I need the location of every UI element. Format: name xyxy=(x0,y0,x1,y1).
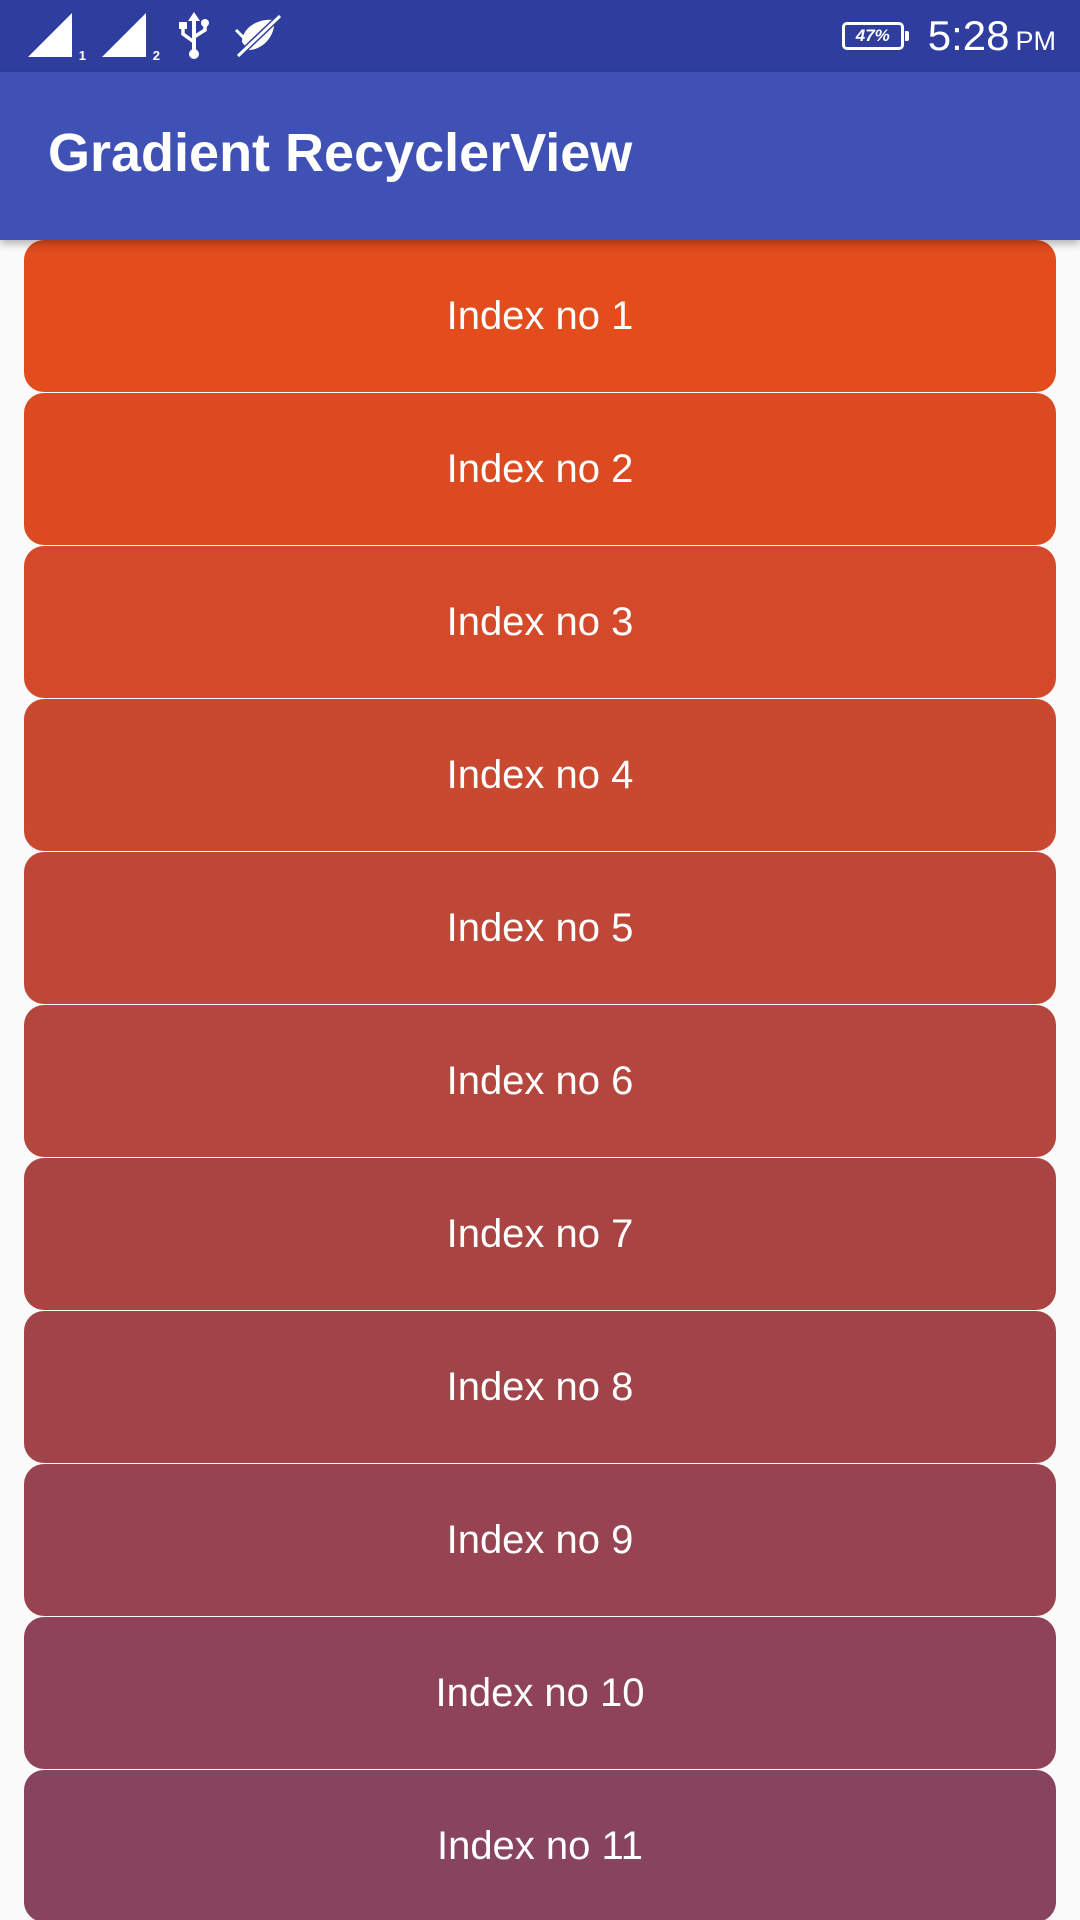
status-bar: 1 2 47% 5:28 PM xyxy=(0,0,1080,72)
battery-icon: 47% xyxy=(841,22,909,50)
list-item[interactable]: Index no 8 xyxy=(24,1311,1056,1463)
list-item-label: Index no 10 xyxy=(435,1670,645,1715)
status-bar-right: 47% 5:28 PM xyxy=(841,8,1056,64)
list-item-label: Index no 2 xyxy=(446,446,634,491)
recycler-list[interactable]: Index no 1 Index no 2 Index no 3 Index n… xyxy=(0,240,1080,1920)
list-item[interactable]: Index no 11 xyxy=(24,1770,1056,1920)
list-item[interactable]: Index no 5 xyxy=(24,852,1056,1004)
clock-ampm: PM xyxy=(1015,26,1057,56)
status-bar-left: 1 2 xyxy=(28,10,284,63)
list-item-label: Index no 3 xyxy=(446,599,634,644)
list-item-label: Index no 8 xyxy=(446,1364,634,1409)
list-item[interactable]: Index no 9 xyxy=(24,1464,1056,1616)
list-item[interactable]: Index no 3 xyxy=(24,546,1056,698)
screen: 1 2 47% 5:28 PM Gradient RecyclerView In… xyxy=(0,0,1080,1920)
muted-notification-icon xyxy=(234,12,284,60)
sim2-label: 2 xyxy=(152,48,160,63)
list-item-label: Index no 7 xyxy=(446,1211,634,1256)
list-item[interactable]: Index no 4 xyxy=(24,699,1056,851)
clock: 5:28 PM xyxy=(928,12,1056,60)
list-item-label: Index no 6 xyxy=(446,1058,634,1103)
app-title: Gradient RecyclerView xyxy=(48,123,633,183)
signal-sim2-icon: 2 xyxy=(102,13,160,63)
app-bar: Gradient RecyclerView xyxy=(0,72,1080,240)
list-item-label: Index no 4 xyxy=(446,752,634,797)
list-item-label: Index no 5 xyxy=(446,905,634,950)
signal-sim1-icon: 1 xyxy=(28,13,86,63)
list-item[interactable]: Index no 2 xyxy=(24,393,1056,545)
usb-icon xyxy=(176,12,212,60)
sim1-label: 1 xyxy=(78,48,86,63)
list-item-label: Index no 11 xyxy=(436,1823,644,1868)
list-item[interactable]: Index no 6 xyxy=(24,1005,1056,1157)
list-item-label: Index no 1 xyxy=(446,293,634,338)
clock-time: 5:28 xyxy=(927,12,1010,59)
list-item[interactable]: Index no 10 xyxy=(24,1617,1056,1769)
battery-percent: 47% xyxy=(855,26,890,45)
list-item[interactable]: Index no 1 xyxy=(24,240,1056,392)
list-item[interactable]: Index no 7 xyxy=(24,1158,1056,1310)
list-item-label: Index no 9 xyxy=(446,1517,634,1562)
